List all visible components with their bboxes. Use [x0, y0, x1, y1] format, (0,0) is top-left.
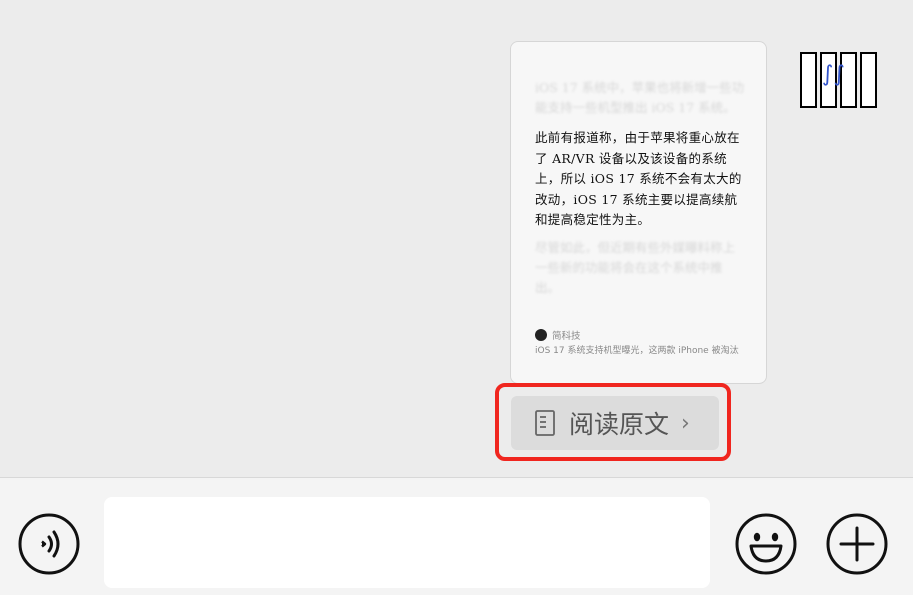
- article-faded-bottom-text: 尽管如此，但近期有些外媒曝料称上一些新的功能将会在这个系统中推出。: [535, 240, 736, 295]
- source-logo-icon: [535, 329, 547, 341]
- avatar-mark-icon: ∫∫: [822, 62, 845, 87]
- avatar-bar: [860, 52, 877, 108]
- avatar-bar: [800, 52, 817, 108]
- avatar[interactable]: ∫∫: [800, 52, 884, 110]
- article-source: 简科技: [535, 328, 581, 342]
- plus-icon[interactable]: [826, 513, 888, 575]
- emoji-icon[interactable]: [735, 513, 797, 575]
- highlight-box: [495, 383, 731, 461]
- message-input[interactable]: [104, 497, 710, 588]
- voice-icon[interactable]: [18, 513, 80, 575]
- article-excerpt: 此前有报道称，由于苹果将重心放在了 AR/VR 设备以及该设备的系统上，所以 i…: [535, 130, 742, 227]
- article-faded-top-text: iOS 17 系统中，苹果也将新增一些功能支持一些机型推出 iOS 17 系统。: [535, 80, 745, 115]
- article-caption: iOS 17 系统支持机型曝光，这两款 iPhone 被淘汰: [535, 346, 739, 356]
- source-name: 简科技: [552, 331, 581, 342]
- chat-area: iOS 17 系统中，苹果也将新增一些功能支持一些机型推出 iOS 17 系统。…: [0, 0, 913, 477]
- article-card[interactable]: iOS 17 系统中，苹果也将新增一些功能支持一些机型推出 iOS 17 系统。…: [510, 41, 767, 384]
